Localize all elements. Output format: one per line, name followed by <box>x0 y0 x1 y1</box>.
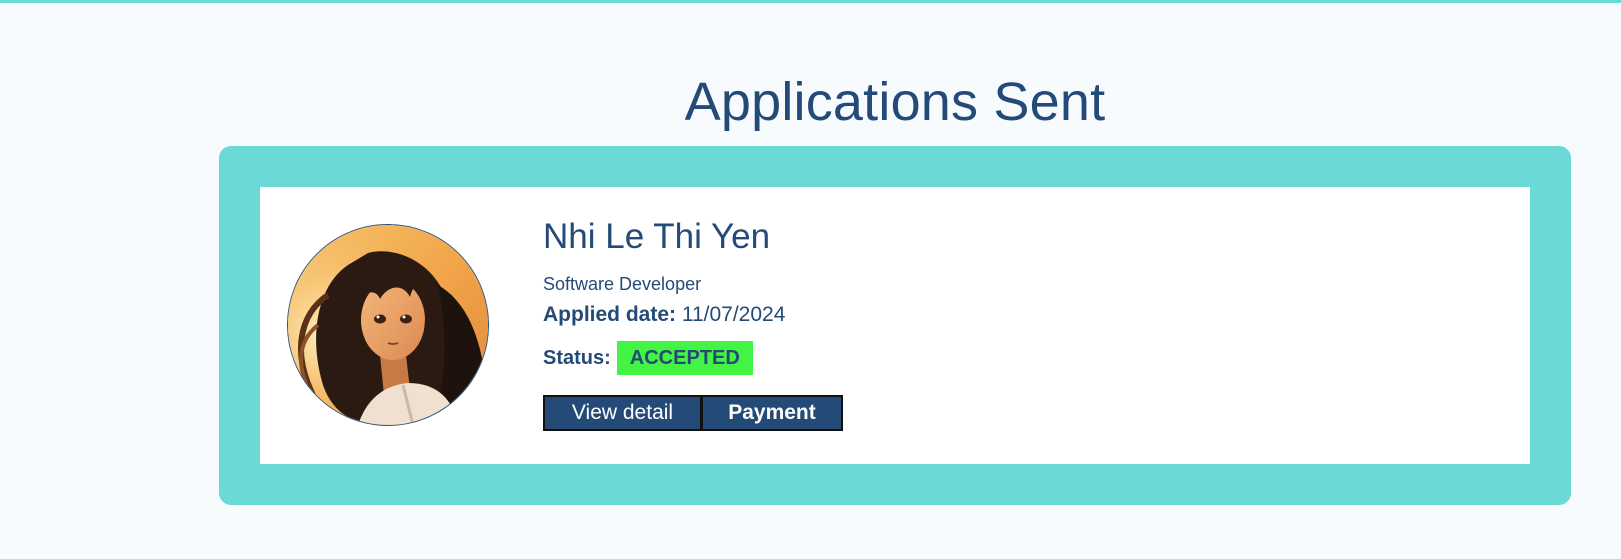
page-title: Applications Sent <box>684 72 1106 132</box>
status-label: Status: <box>543 346 611 369</box>
status-badge: ACCEPTED <box>616 341 753 375</box>
applications-list-frame: Nhi Le Thi Yen Software Developer Applie… <box>219 146 1571 505</box>
view-detail-button[interactable]: View detail <box>543 395 702 431</box>
payment-button[interactable]: Payment <box>701 395 843 431</box>
job-role: Software Developer <box>543 274 702 294</box>
top-accent-rule <box>0 0 1621 3</box>
application-card: Nhi Le Thi Yen Software Developer Applie… <box>260 187 1530 464</box>
applicant-name: Nhi Le Thi Yen <box>543 217 771 256</box>
user-avatar-illustration-icon <box>288 225 488 425</box>
applied-date-row: Applied date: 11/07/2024 <box>543 301 843 329</box>
avatar <box>287 224 489 426</box>
status-row: Status: ACCEPTED <box>543 341 843 375</box>
card-actions: View detail Payment <box>543 395 843 431</box>
applied-date-value: 11/07/2024 <box>681 303 786 326</box>
application-info: Nhi Le Thi Yen Software Developer Applie… <box>543 215 843 431</box>
applied-date-label: Applied date: <box>543 303 677 326</box>
